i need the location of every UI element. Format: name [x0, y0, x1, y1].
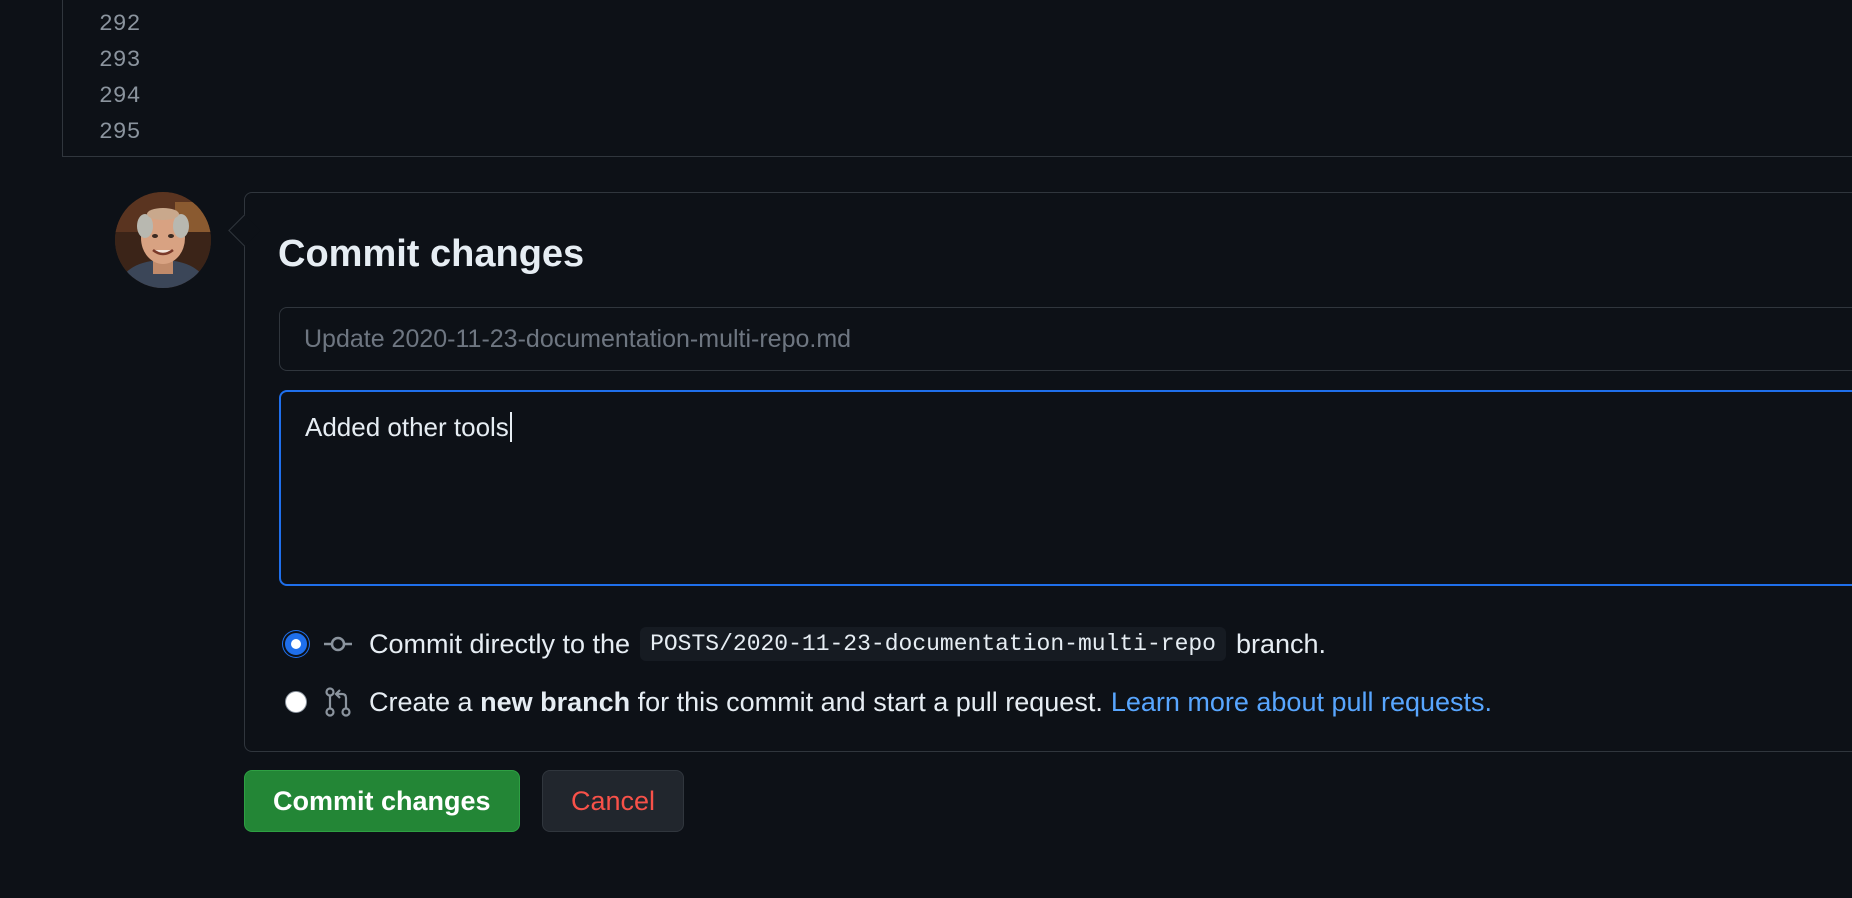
commit-form-title: Commit changes — [278, 233, 585, 275]
commit-form: Commit changes Added other tools Commit … — [244, 192, 1852, 752]
avatar-image — [115, 192, 211, 288]
commit-direct-prefix: Commit directly to the — [369, 628, 631, 659]
new-branch-prefix: Create a — [369, 686, 473, 717]
new-branch-suffix: for this commit and start a pull request… — [637, 686, 1103, 717]
line-number-row: 293 — [63, 42, 263, 78]
new-branch-bold: new branch — [480, 686, 631, 717]
file-editor: 292 293 294 295 — [62, 0, 1852, 157]
commit-direct-suffix: branch. — [1235, 628, 1327, 659]
commit-direct-option[interactable]: Commit directly to the POSTS/2020-11-23-… — [285, 624, 1326, 664]
line-number: 293 — [99, 47, 141, 73]
git-commit-icon — [324, 636, 352, 652]
new-branch-radio[interactable] — [285, 691, 307, 713]
text-caret — [509, 412, 512, 442]
commit-direct-radio[interactable] — [285, 633, 307, 655]
new-branch-option[interactable]: Create a new branch for this commit and … — [285, 682, 1492, 722]
line-number-row: 295 — [63, 114, 263, 150]
git-pull-request-icon — [325, 687, 351, 717]
line-number-row: 294 — [63, 78, 263, 114]
learn-more-pull-requests-link[interactable]: Learn more about pull requests. — [1111, 687, 1492, 718]
cancel-button[interactable]: Cancel — [542, 770, 685, 832]
commit-summary-input[interactable] — [279, 307, 1852, 371]
commit-description-text: Added other tools — [305, 412, 509, 442]
line-number: 295 — [99, 119, 141, 145]
line-number: 292 — [99, 11, 141, 37]
commit-changes-button[interactable]: Commit changes — [244, 770, 520, 832]
commit-description-textarea[interactable]: Added other tools — [279, 390, 1852, 586]
line-number: 294 — [99, 83, 141, 109]
avatar[interactable] — [115, 192, 211, 288]
branch-name: POSTS/2020-11-23-documentation-multi-rep… — [640, 627, 1226, 661]
line-number-row: 292 — [63, 6, 263, 42]
